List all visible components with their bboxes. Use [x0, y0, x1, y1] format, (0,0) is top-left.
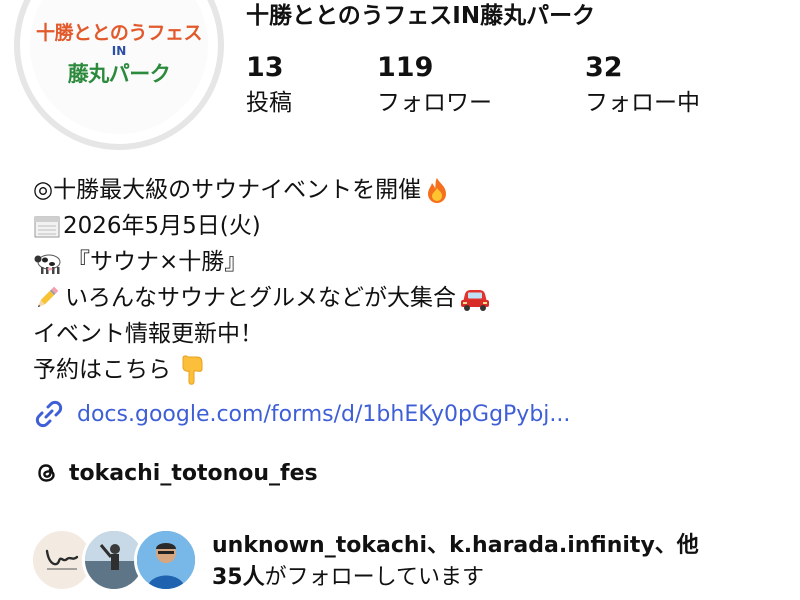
- follower-avatars[interactable]: [30, 528, 200, 598]
- pencil-icon: [37, 286, 59, 308]
- stat-followers-label: フォロワー: [377, 90, 492, 116]
- bio: ◎十勝最大級のサウナイベントを開催 2026年5月5日(火) 『サウナ×十勝』 …: [33, 172, 494, 388]
- bio-line-1: ◎十勝最大級のサウナイベントを開催: [33, 172, 494, 208]
- link-icon: [35, 400, 63, 428]
- stat-posts[interactable]: 13 投稿: [246, 52, 292, 118]
- threads-handle[interactable]: tokachi_totonou_fes: [69, 461, 318, 486]
- stat-following[interactable]: 32 フォロー中: [585, 52, 700, 118]
- stat-following-count: 32: [585, 52, 623, 83]
- fire-icon: [428, 178, 447, 203]
- bio-text-1: ◎十勝最大級のサウナイベントを開催: [33, 177, 422, 203]
- stat-following-label: フォロー中: [585, 90, 700, 116]
- followed-by-suffix: がフォローしています: [264, 565, 484, 590]
- logo-text-line3: 藤丸パーク: [67, 62, 171, 86]
- followed-by-names: unknown_tokachi、k.harada.infinity、他: [212, 533, 699, 558]
- profile-avatar[interactable]: 十勝ととのうフェス IN 藤丸パーク: [14, 0, 224, 150]
- bio-line-6: 予約はこちら: [33, 352, 494, 388]
- calendar-icon: [34, 216, 60, 238]
- avatar-logo: 十勝ととのうフェス IN 藤丸パーク: [30, 0, 208, 134]
- website-link-text[interactable]: docs.google.com/forms/d/1bhEKy0pGgPybj..…: [77, 402, 570, 427]
- followed-by-count: 35人: [212, 565, 265, 590]
- stat-followers-count: 119: [377, 52, 434, 83]
- bio-line-4: いろんなサウナとグルメなどが大集合: [33, 280, 494, 316]
- website-link[interactable]: docs.google.com/forms/d/1bhEKy0pGgPybj..…: [33, 398, 570, 430]
- pointing-down-icon: [182, 355, 203, 385]
- car-icon: [461, 290, 489, 311]
- bio-line-5: イベント情報更新中！: [33, 316, 494, 352]
- profile-name: 十勝ととのうフェスIN藤丸パーク: [246, 3, 596, 29]
- logo-text-line1: 十勝ととのうフェス: [36, 22, 202, 44]
- stat-posts-count: 13: [246, 52, 284, 83]
- bio-text-5: イベント情報更新中！: [33, 321, 263, 347]
- follower-avatar-3: [134, 528, 198, 592]
- bio-line-2: 2026年5月5日(火): [33, 208, 494, 244]
- bio-text-6: 予約はこちら: [33, 357, 171, 383]
- bio-line-3: 『サウナ×十勝』: [33, 244, 494, 280]
- logo-text-line2: IN: [111, 44, 127, 58]
- followed-by-count-line: 35人がフォローしています: [212, 562, 699, 594]
- bio-text-4: いろんなサウナとグルメなどが大集合: [65, 285, 456, 311]
- followed-by-text[interactable]: unknown_tokachi、k.harada.infinity、他 35人が…: [212, 530, 699, 594]
- threads-icon: [38, 464, 55, 482]
- cow-icon: [34, 254, 61, 274]
- bio-text-2: 2026年5月5日(火): [63, 213, 261, 239]
- stat-followers[interactable]: 119 フォロワー: [377, 52, 492, 118]
- stat-posts-label: 投稿: [246, 90, 292, 116]
- bio-text-3: 『サウナ×十勝』: [67, 249, 248, 275]
- threads-badge[interactable]: tokachi_totonou_fes: [33, 459, 318, 487]
